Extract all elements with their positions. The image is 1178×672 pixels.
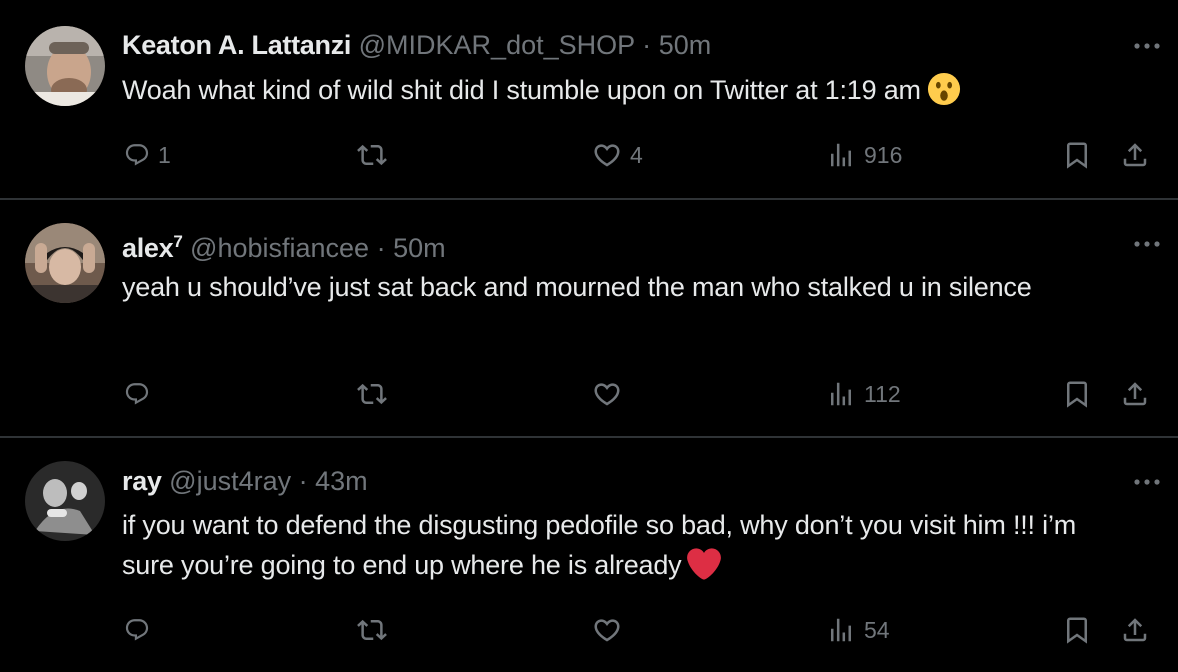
- tweet[interactable]: Keaton A. Lattanzi @MIDKAR_dot_SHOP · 50…: [0, 0, 1178, 200]
- retweet-button[interactable]: [357, 610, 387, 650]
- like-button[interactable]: [592, 374, 622, 414]
- retweet-button[interactable]: [357, 374, 387, 414]
- share-button[interactable]: [1120, 610, 1150, 650]
- display-name[interactable]: Keaton A. Lattanzi: [122, 30, 351, 60]
- share-icon: [1120, 379, 1150, 409]
- retweet-icon: [357, 615, 387, 645]
- display-name-text: alex: [122, 233, 174, 263]
- avatar[interactable]: [25, 223, 105, 303]
- views-button[interactable]: 916: [826, 135, 902, 175]
- timestamp[interactable]: 43m: [315, 466, 368, 496]
- share-icon: [1120, 615, 1150, 645]
- like-button[interactable]: 4: [592, 135, 643, 175]
- avatar[interactable]: [25, 461, 105, 541]
- views-count: 54: [864, 616, 890, 643]
- views-button[interactable]: 54: [826, 610, 890, 650]
- tweet-actions: 54: [0, 610, 1178, 650]
- tweet-text-container: yeah u should’ve just sat back and mourn…: [122, 267, 1082, 307]
- heart-icon: [592, 379, 622, 409]
- bookmark-button[interactable]: [1062, 610, 1092, 650]
- astonished-face-emoji-icon: [927, 72, 960, 106]
- separator: ·: [376, 233, 386, 263]
- share-icon: [1120, 140, 1150, 170]
- like-count: 4: [630, 141, 643, 168]
- tweet-text-container: if you want to defend the disgusting ped…: [122, 505, 1112, 585]
- red-heart-emoji-icon: [687, 548, 722, 580]
- user-handle[interactable]: @MIDKAR_dot_SHOP: [359, 30, 635, 60]
- avatar-image: [25, 461, 105, 541]
- views-count: 916: [864, 141, 903, 168]
- more-options-icon[interactable]: [1132, 36, 1162, 56]
- reply-icon: [124, 381, 150, 407]
- tweet[interactable]: alex7 @hobisfiancee · 50m yeah u should’…: [0, 200, 1178, 438]
- views-count: 112: [864, 380, 901, 407]
- tweet-actions: 112: [0, 374, 1178, 414]
- timestamp[interactable]: 50m: [659, 30, 712, 60]
- retweet-icon: [357, 379, 387, 409]
- tweet-text: Woah what kind of wild shit did I stumbl…: [122, 75, 921, 105]
- tweet[interactable]: ray @just4ray · 43m if you want to defen…: [0, 438, 1178, 672]
- separator: ·: [642, 30, 652, 60]
- views-icon: [826, 379, 856, 409]
- display-name[interactable]: alex7: [122, 232, 183, 263]
- views-icon: [826, 615, 856, 645]
- more-options-icon[interactable]: [1132, 234, 1162, 254]
- more-options-icon[interactable]: [1132, 472, 1162, 492]
- retweet-button[interactable]: [357, 135, 387, 175]
- tweet-header: alex7 @hobisfiancee · 50m: [122, 225, 446, 265]
- reply-button[interactable]: [124, 374, 150, 414]
- heart-icon: [592, 140, 622, 170]
- bookmark-icon: [1062, 379, 1092, 409]
- reply-count: 1: [158, 141, 171, 168]
- bookmark-button[interactable]: [1062, 374, 1092, 414]
- tweet-header: Keaton A. Lattanzi @MIDKAR_dot_SHOP · 50…: [122, 28, 711, 62]
- bookmark-icon: [1062, 615, 1092, 645]
- avatar-image: [25, 26, 105, 106]
- separator: ·: [298, 466, 308, 496]
- tweet-text: if you want to defend the disgusting ped…: [122, 510, 1077, 580]
- reply-icon: [124, 617, 150, 643]
- reply-button[interactable]: 1: [124, 135, 171, 175]
- tweet-text: yeah u should’ve just sat back and mourn…: [122, 272, 1032, 302]
- tweet-actions: 1 4 916: [0, 135, 1178, 175]
- avatar-image: [25, 223, 105, 303]
- display-name-superscript: 7: [173, 232, 183, 251]
- bookmark-icon: [1062, 140, 1092, 170]
- heart-icon: [592, 615, 622, 645]
- share-button[interactable]: [1120, 374, 1150, 414]
- display-name[interactable]: ray: [122, 466, 162, 496]
- tweet-text-container: Woah what kind of wild shit did I stumbl…: [122, 70, 1122, 110]
- share-button[interactable]: [1120, 135, 1150, 175]
- reply-icon: [124, 142, 150, 168]
- avatar[interactable]: [25, 26, 105, 106]
- user-handle[interactable]: @just4ray: [169, 466, 291, 496]
- tweet-header: ray @just4ray · 43m: [122, 464, 368, 498]
- reply-button[interactable]: [124, 610, 150, 650]
- user-handle[interactable]: @hobisfiancee: [190, 233, 369, 263]
- bookmark-button[interactable]: [1062, 135, 1092, 175]
- like-button[interactable]: [592, 610, 622, 650]
- timestamp[interactable]: 50m: [393, 233, 446, 263]
- retweet-icon: [357, 140, 387, 170]
- views-button[interactable]: 112: [826, 374, 901, 414]
- views-icon: [826, 140, 856, 170]
